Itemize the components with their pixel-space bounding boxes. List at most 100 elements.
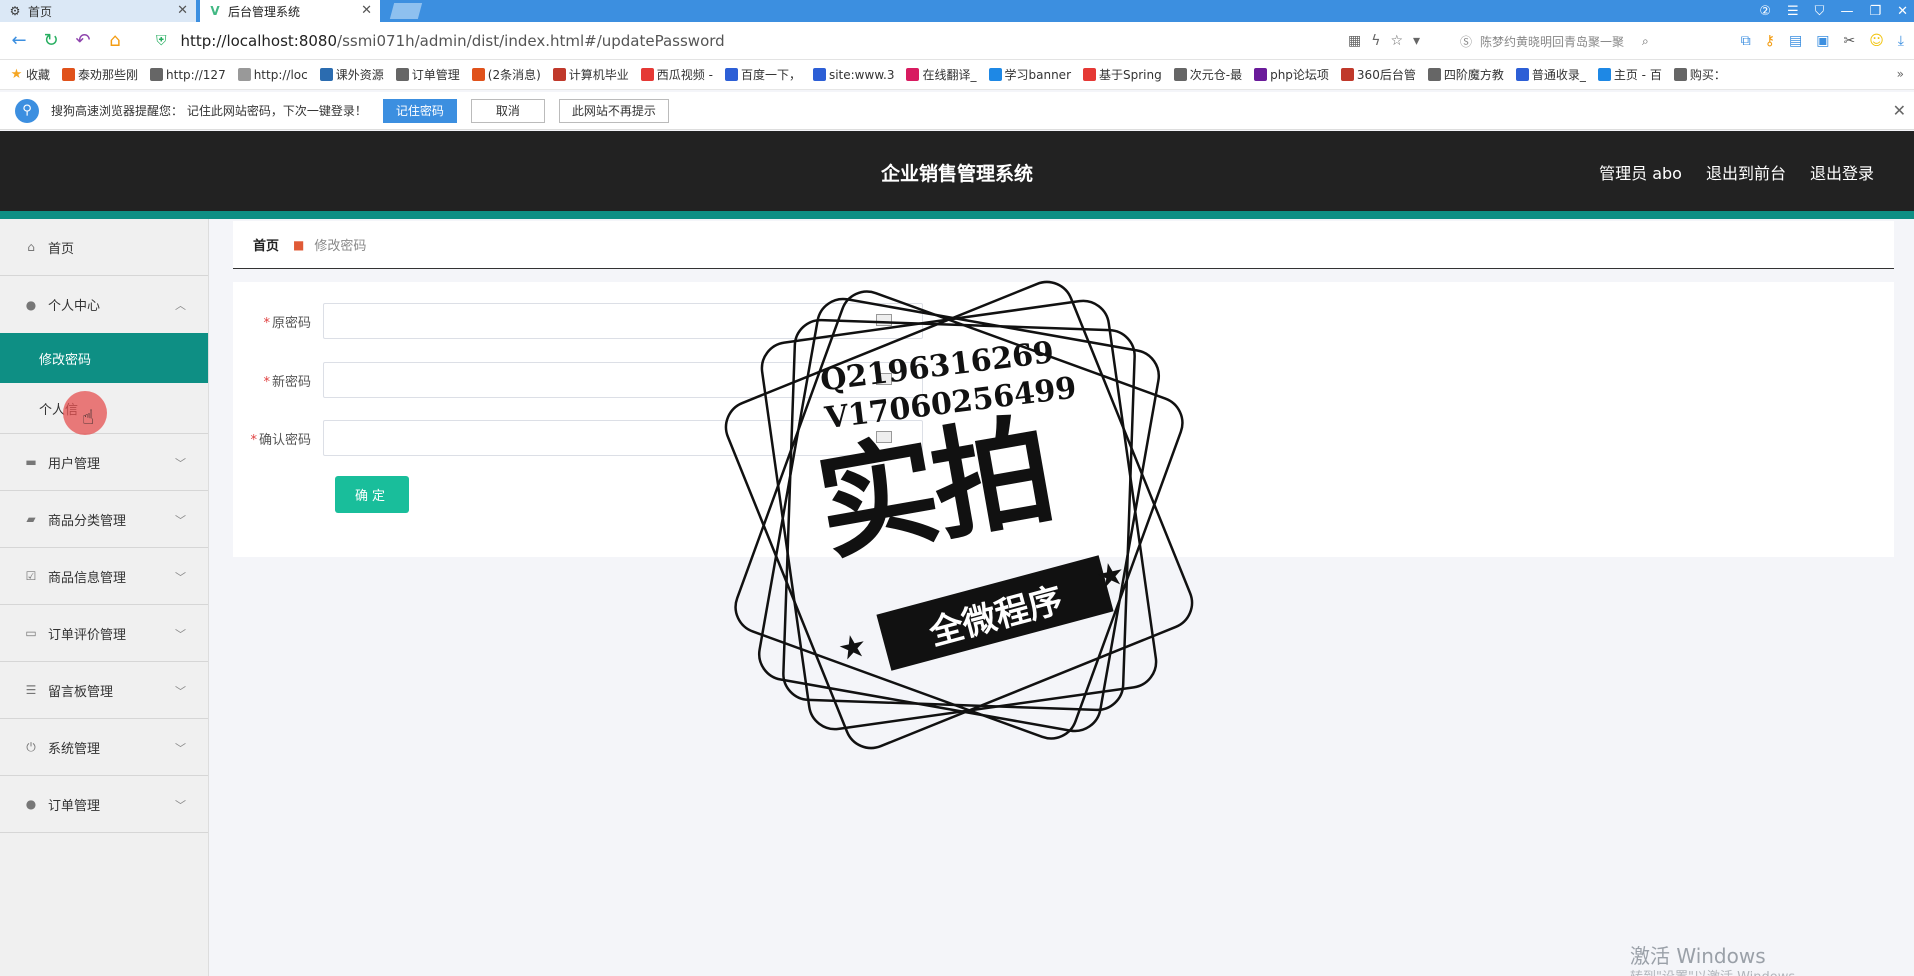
bookmark-item[interactable]: 西瓜视频 - <box>640 66 713 83</box>
bookmark-item[interactable]: 四阶魔方教 <box>1427 66 1504 83</box>
app-header: 企业销售管理系统 管理员 abo 退出到前台 退出登录 <box>0 131 1914 211</box>
bookmark-item[interactable]: php论坛项 <box>1254 66 1329 83</box>
sidebar-item-label: 商品分类管理 <box>48 513 127 529</box>
undo-icon[interactable]: ↶ <box>70 28 96 54</box>
bookmark-icon <box>237 68 251 81</box>
sidebar-item-label: 留言板管理 <box>48 684 114 700</box>
qr-icon[interactable]: ▦ <box>1348 33 1361 49</box>
reader-icon[interactable]: ▤ <box>1789 33 1802 49</box>
sidebar-item-users[interactable]: ▬ 用户管理 ﹀ <box>0 434 208 491</box>
notify-text: 搜狗高速浏览器提醒您： 记住此网站密码，下次一键登录！ <box>51 104 367 118</box>
scissors-icon[interactable]: ✂ <box>1843 33 1855 49</box>
menu-icon[interactable]: ☰ <box>1787 4 1799 19</box>
sidebar-item-label: 个人中心 <box>48 299 101 314</box>
home-icon[interactable]: ⌂ <box>102 28 128 54</box>
star-icon[interactable]: ☆ <box>1390 33 1403 49</box>
bookmark-label: http://loc <box>253 67 308 82</box>
translate-icon[interactable]: ⧉ <box>1741 33 1751 49</box>
bookmark-item[interactable]: 学习banner <box>988 66 1071 83</box>
close-window-icon[interactable]: ✕ <box>1897 4 1908 19</box>
remember-password-button[interactable]: 记住密码 <box>382 98 457 123</box>
bookmark-label: php论坛项 <box>1270 68 1329 82</box>
sidebar-item-change-password[interactable]: 修改密码 <box>0 333 208 383</box>
bookmark-icon <box>552 68 566 81</box>
logout-link[interactable]: 退出登录 <box>1810 160 1874 184</box>
search-icon[interactable]: ⌕ <box>1642 34 1649 49</box>
bookmark-item[interactable]: http://127 <box>150 68 226 82</box>
cancel-button[interactable]: 取消 <box>470 98 545 123</box>
chevron-up-icon: ︿ <box>175 299 186 312</box>
bookmark-item[interactable]: 360后台管 <box>1340 66 1416 83</box>
new-tab-button[interactable] <box>389 3 423 19</box>
sidebar-item-label: 商品信息管理 <box>48 570 127 586</box>
download-icon[interactable]: ⤓ <box>1898 33 1904 49</box>
activate-windows-sub: 转到"设置"以激活 Windows。 <box>1630 966 1808 976</box>
badge-icon[interactable]: ② <box>1759 4 1771 19</box>
bookmark-item[interactable]: ★ 收藏 <box>10 66 50 83</box>
tab-admin[interactable]: V 后台管理系统 ✕ <box>200 0 380 22</box>
printer-icon: ▭ <box>25 626 37 640</box>
bookmark-item[interactable]: 课外资源 <box>319 66 384 83</box>
bookmark-item[interactable]: 订单管理 <box>395 66 460 83</box>
sidebar-item-messages[interactable]: ☰ 留言板管理 ﹀ <box>0 662 208 719</box>
bookmark-item[interactable]: http://loc <box>237 67 308 82</box>
shirt-icon[interactable]: ⛉ <box>1815 4 1825 19</box>
sidebar-item-orders[interactable]: ● 订单管理 ﹀ <box>0 776 208 833</box>
bookmark-item[interactable]: 泰劝那些刚 <box>62 66 138 83</box>
key-icon[interactable]: ⚷ <box>1765 33 1775 49</box>
sidebar-item-system[interactable]: ⏻ 系统管理 ﹀ <box>0 719 208 776</box>
sidebar-item-reviews[interactable]: ▭ 订单评价管理 ﹀ <box>0 605 208 662</box>
url-input[interactable]: ⛨ http://localhost:8080 /ssmi071h/admin/… <box>156 28 1346 54</box>
confirm-password-label: * 确认密码 <box>233 429 323 448</box>
bookmark-item[interactable]: 基于Spring <box>1083 66 1162 83</box>
screen-icon[interactable]: ▣ <box>1816 33 1829 49</box>
password-save-bar: ⚲ 搜狗高速浏览器提醒您： 记住此网站密码，下次一键登录！ 记住密码 取消 此网… <box>0 92 1914 130</box>
close-icon[interactable]: ✕ <box>177 3 188 18</box>
sidebar-item-personal-info[interactable]: 个人信 ☝ <box>0 383 208 435</box>
close-icon[interactable]: ✕ <box>361 3 372 18</box>
chevron-down-icon[interactable]: ▾ <box>1413 33 1420 49</box>
emoji-icon[interactable]: ☺ <box>1869 33 1884 49</box>
sidebar-item-goods[interactable]: ☑ 商品信息管理 ﹀ <box>0 548 208 605</box>
bookmark-item[interactable]: 次元仓-最 <box>1173 66 1242 83</box>
bookmark-item[interactable]: 购买： <box>1673 66 1726 83</box>
bookmark-label: 基于Spring <box>1099 68 1162 82</box>
close-icon[interactable]: ✕ <box>1893 101 1906 120</box>
sliders-icon: ☰ <box>25 683 37 697</box>
bookmark-item[interactable]: 百度一下， <box>724 66 801 83</box>
bookmark-label: 主页 - 百 <box>1613 68 1662 82</box>
search-box[interactable]: Ⓢ 陈梦约黄晓明回青岛聚一聚 ⌕ <box>1460 28 1660 54</box>
bookmark-item[interactable]: 主页 - 百 <box>1597 66 1662 83</box>
never-prompt-button[interactable]: 此网站不再提示 <box>558 98 669 123</box>
bookmark-item[interactable]: (2条消息) <box>471 66 541 83</box>
sidebar-item-label: 用户管理 <box>48 456 101 472</box>
sidebar-item-home[interactable]: ⌂ 首页 <box>0 219 208 276</box>
submit-button[interactable]: 确定 <box>335 476 409 513</box>
chevron-down-icon: ﹀ <box>175 514 186 527</box>
breadcrumb-home[interactable]: 首页 <box>253 235 279 254</box>
bookmark-item[interactable]: site:www.3 <box>812 68 894 82</box>
back-icon[interactable]: ← <box>6 28 32 54</box>
required-mark: * <box>250 432 257 448</box>
bookmark-icon <box>640 68 654 81</box>
bookmarks-more-icon[interactable]: » <box>1897 67 1904 81</box>
sidebar-item-category[interactable]: ▰ 商品分类管理 ﹀ <box>0 491 208 548</box>
bookmark-icon <box>62 68 76 81</box>
monitor-icon: ▬ <box>25 455 37 469</box>
chevron-down-icon: ﹀ <box>175 685 186 698</box>
sidebar-item-label: 修改密码 <box>39 352 92 368</box>
exit-to-front-link[interactable]: 退出到前台 <box>1706 160 1786 184</box>
vue-icon: V <box>210 4 220 18</box>
url-host: http://localhost:8080 <box>180 32 338 50</box>
bookmark-item[interactable]: 在线翻译_ <box>906 66 977 83</box>
minimize-icon[interactable]: — <box>1840 4 1853 19</box>
sidebar-item-personal[interactable]: ● 个人中心 ︿ <box>0 276 208 333</box>
header-actions: 管理员 abo 退出到前台 退出登录 <box>1599 160 1874 184</box>
restore-icon[interactable]: ❐ <box>1869 4 1881 19</box>
lightning-icon[interactable]: ϟ <box>1371 33 1380 49</box>
reload-icon[interactable]: ↻ <box>38 28 64 54</box>
bookmark-item[interactable]: 计算机毕业 <box>552 66 629 83</box>
tab-home[interactable]: ⚙ 首页 ✕ <box>0 0 196 22</box>
bookmark-item[interactable]: 普通收录_ <box>1515 66 1586 83</box>
bookmark-label: 计算机毕业 <box>568 68 629 82</box>
